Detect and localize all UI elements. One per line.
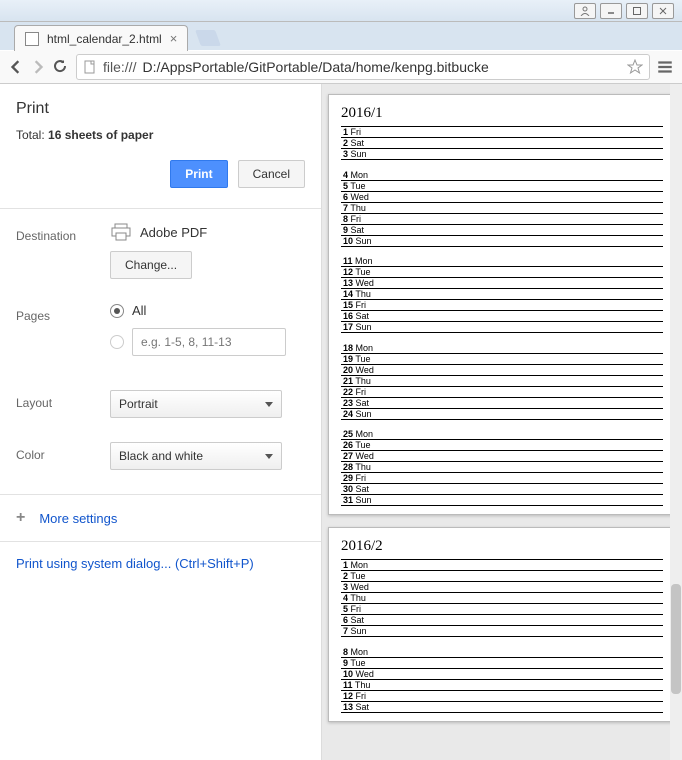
calendar-day-row: 22 Fri xyxy=(341,386,663,397)
calendar-day-row: 13 Sat xyxy=(341,701,663,712)
calendar-day-row: 9 Tue xyxy=(341,657,663,668)
browser-tab[interactable]: html_calendar_2.html × xyxy=(14,25,188,51)
calendar-day-row: 12 Tue xyxy=(341,267,663,278)
calendar-day-row: 3 Wed xyxy=(341,582,663,593)
new-tab-button[interactable] xyxy=(195,30,221,46)
month-title: 2016/1 xyxy=(341,105,663,122)
color-label: Color xyxy=(16,442,110,462)
page-icon xyxy=(25,32,39,46)
system-dialog-link[interactable]: Print using system dialog... (Ctrl+Shift… xyxy=(16,556,305,571)
back-button[interactable] xyxy=(8,59,24,75)
calendar-day-row: 12 Fri xyxy=(341,690,663,701)
calendar-day-row: 11 Thu xyxy=(341,679,663,690)
calendar-day-row: 19 Tue xyxy=(341,353,663,364)
calendar-day-row: 6 Sat xyxy=(341,615,663,626)
calendar-day-row: 18 Mon xyxy=(341,343,663,354)
calendar-day-row: 5 Tue xyxy=(341,180,663,191)
calendar-day-row: 16 Sat xyxy=(341,311,663,322)
preview-page: 2016/2 1 Mon2 Tue3 Wed4 Thu5 Fri6 Sat7 Su… xyxy=(328,527,676,722)
calendar-day-row: 30 Sat xyxy=(341,484,663,495)
content-area: Print Total: 16 sheets of paper Print Ca… xyxy=(0,84,682,760)
calendar-day-row: 1 Fri xyxy=(341,127,663,138)
calendar-day-row: 31 Sun xyxy=(341,495,663,506)
close-tab-icon[interactable]: × xyxy=(170,31,178,46)
calendar-day-row: 5 Fri xyxy=(341,604,663,615)
calendar-day-row: 21 Thu xyxy=(341,375,663,386)
pages-all-label: All xyxy=(132,303,146,318)
hamburger-menu-icon[interactable] xyxy=(656,58,674,76)
browser-toolbar: file:/// xyxy=(0,50,682,84)
print-total: Total: 16 sheets of paper xyxy=(16,128,305,142)
more-settings-toggle[interactable]: + More settings xyxy=(16,509,305,527)
change-destination-button[interactable]: Change... xyxy=(110,251,192,279)
printer-icon xyxy=(110,223,132,241)
url-protocol: file:/// xyxy=(103,59,136,75)
calendar-day-row: 14 Thu xyxy=(341,289,663,300)
destination-label: Destination xyxy=(16,223,110,243)
preview-scrollbar[interactable] xyxy=(670,84,682,760)
color-select[interactable]: Black and white xyxy=(110,442,282,470)
print-panel: Print Total: 16 sheets of paper Print Ca… xyxy=(0,84,322,760)
calendar-day-row: 29 Fri xyxy=(341,473,663,484)
tab-title: html_calendar_2.html xyxy=(47,32,162,46)
minimize-button[interactable] xyxy=(600,3,622,19)
window-titlebar xyxy=(0,0,682,22)
pages-all-radio[interactable] xyxy=(110,304,124,318)
calendar-day-row: 26 Tue xyxy=(341,440,663,451)
calendar-day-row: 10 Wed xyxy=(341,668,663,679)
print-button[interactable]: Print xyxy=(170,160,227,188)
chevron-down-icon xyxy=(265,402,273,407)
forward-button[interactable] xyxy=(30,59,46,75)
calendar-day-row: 24 Sun xyxy=(341,408,663,419)
calendar-day-row: 1 Mon xyxy=(341,560,663,571)
preview-page: 2016/1 1 Fri2 Sat3 Sun 4 Mon5 Tue6 Wed7 Th… xyxy=(328,94,676,515)
calendar-day-row: 6 Wed xyxy=(341,191,663,202)
calendar-day-row: 4 Thu xyxy=(341,593,663,604)
calendar-day-row: 2 Tue xyxy=(341,571,663,582)
url-input[interactable] xyxy=(142,59,621,75)
month-title: 2016/2 xyxy=(341,538,663,555)
chevron-down-icon xyxy=(265,454,273,459)
calendar-day-row: 9 Sat xyxy=(341,224,663,235)
tab-strip: html_calendar_2.html × xyxy=(0,22,682,50)
calendar-day-row: 7 Thu xyxy=(341,202,663,213)
calendar-day-row: 2 Sat xyxy=(341,138,663,149)
calendar-day-row: 8 Mon xyxy=(341,647,663,658)
calendar-day-row: 25 Mon xyxy=(341,429,663,440)
close-window-button[interactable] xyxy=(652,3,674,19)
calendar-day-row: 28 Thu xyxy=(341,462,663,473)
calendar-day-row: 23 Sat xyxy=(341,397,663,408)
calendar-day-row: 8 Fri xyxy=(341,213,663,224)
pages-label: Pages xyxy=(16,303,110,323)
user-button[interactable] xyxy=(574,3,596,19)
calendar-day-row: 10 Sun xyxy=(341,235,663,246)
calendar-day-row: 3 Sun xyxy=(341,149,663,160)
calendar-day-row: 7 Sun xyxy=(341,626,663,637)
calendar-day-row: 17 Sun xyxy=(341,322,663,333)
cancel-button[interactable]: Cancel xyxy=(238,160,305,188)
calendar-day-row: 13 Wed xyxy=(341,278,663,289)
calendar-day-row: 27 Wed xyxy=(341,451,663,462)
address-bar[interactable]: file:/// xyxy=(76,54,650,80)
calendar-table: 1 Mon2 Tue3 Wed4 Thu5 Fri6 Sat7 Sun 8 Mon… xyxy=(341,559,663,713)
layout-select[interactable]: Portrait xyxy=(110,390,282,418)
pages-custom-radio[interactable] xyxy=(110,335,124,349)
destination-value: Adobe PDF xyxy=(140,225,207,240)
calendar-day-row: 15 Fri xyxy=(341,300,663,311)
reload-button[interactable] xyxy=(52,58,70,76)
print-heading: Print xyxy=(16,100,305,118)
calendar-table: 1 Fri2 Sat3 Sun 4 Mon5 Tue6 Wed7 Thu8 Fri… xyxy=(341,126,663,506)
calendar-day-row: 11 Mon xyxy=(341,256,663,267)
pages-input[interactable] xyxy=(132,328,286,356)
calendar-day-row: 20 Wed xyxy=(341,364,663,375)
scroll-thumb[interactable] xyxy=(671,584,681,694)
plus-icon: + xyxy=(16,509,25,527)
bookmark-star-icon[interactable] xyxy=(627,59,643,75)
layout-label: Layout xyxy=(16,390,110,410)
maximize-button[interactable] xyxy=(626,3,648,19)
print-preview: 2016/1 1 Fri2 Sat3 Sun 4 Mon5 Tue6 Wed7 Th… xyxy=(322,84,682,760)
file-icon xyxy=(83,60,97,74)
calendar-day-row: 4 Mon xyxy=(341,170,663,181)
